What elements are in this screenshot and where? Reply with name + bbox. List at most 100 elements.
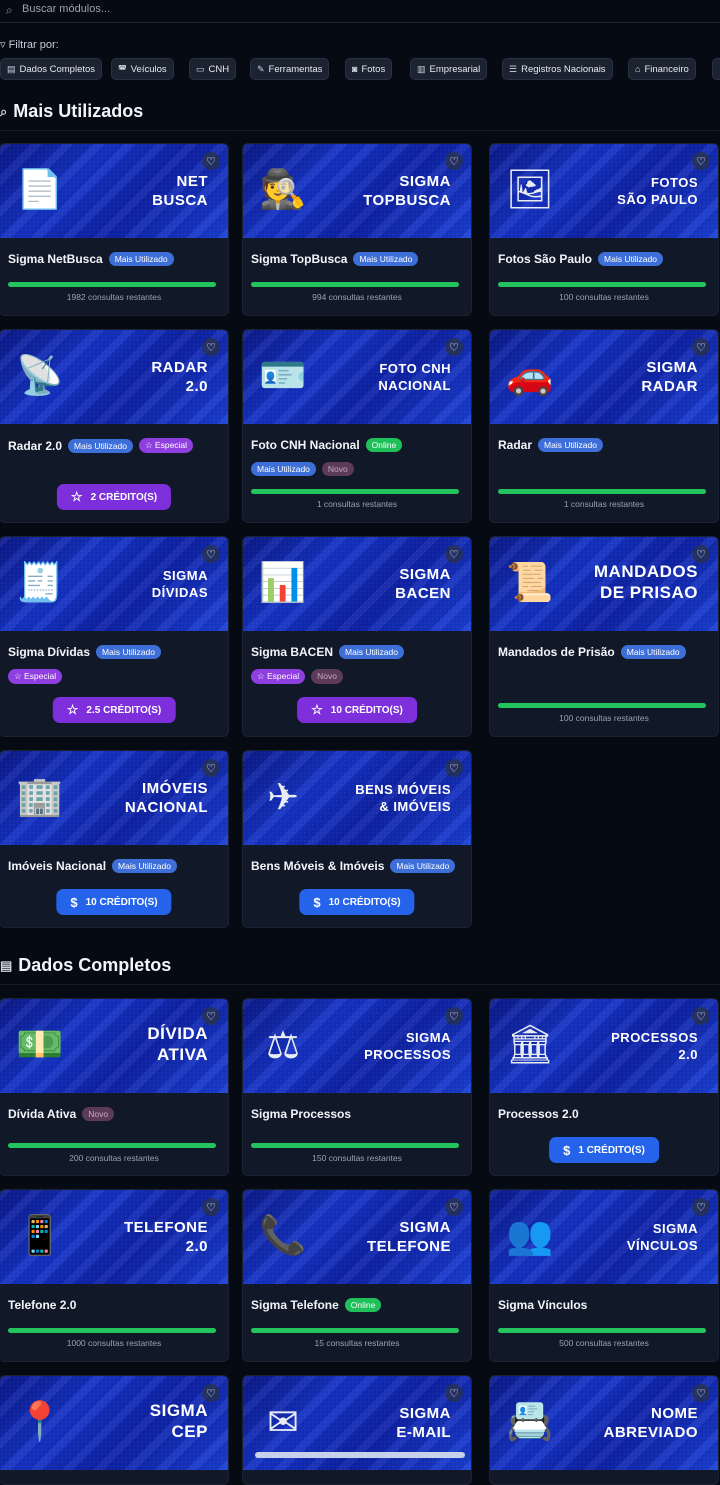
- credit-button[interactable]: ☆ 10 CRÉDITO(S): [297, 697, 417, 723]
- heart-icon[interactable]: ♡: [445, 1198, 463, 1216]
- heart-icon[interactable]: ♡: [692, 338, 710, 356]
- credit-button[interactable]: ☆ 2.5 CRÉDITO(S): [52, 697, 176, 723]
- chip-overflow[interactable]: [712, 58, 720, 80]
- badge-mais-utilizado: Mais Utilizado: [112, 859, 177, 873]
- star-icon: ☆: [66, 702, 79, 717]
- chip-registros-nacionais[interactable]: ☰ Registros Nacionais: [502, 58, 613, 80]
- heart-icon[interactable]: ♡: [202, 1384, 220, 1402]
- badge-mais-utilizado: Mais Utilizado: [353, 252, 419, 266]
- quota-text: 150 consultas restantes: [312, 1153, 402, 1163]
- chip-dados-completos[interactable]: ▤ Dados Completos: [0, 58, 103, 80]
- module-card-mandados-de-prisao[interactable]: 📜 MANDADOS DE PRISAO ♡ Mandados de Prisão…: [489, 536, 719, 737]
- heart-icon[interactable]: ♡: [202, 759, 220, 777]
- module-card-radar[interactable]: 🚗 SIGMA RADAR ♡ Radar Mais Utilizado 1 con…: [489, 329, 719, 523]
- module-card-netbusca[interactable]: 📄 NET BUSCA ♡ Sigma NetBusca Mais Utilizad…: [0, 143, 229, 316]
- divider: [0, 130, 720, 131]
- badge-mais-utilizado: Mais Utilizado: [620, 645, 686, 659]
- module-card-topbusca[interactable]: 🕵 SIGMA TOPBUSCA ♡ Sigma TopBusca Mais Uti…: [242, 143, 472, 316]
- module-card-sigma-cep[interactable]: 📍 SIGMA CEP ♡: [0, 1375, 229, 1485]
- search-input[interactable]: [22, 1, 622, 17]
- star-icon: ☆: [311, 702, 323, 717]
- module-card-foto-cnh-nacional[interactable]: 🪪 FOTO CNH NACIONAL ♡ Foto CNH Nacional On…: [242, 329, 472, 523]
- module-card-sigma-dividas[interactable]: 🧾 SIGMA DÍVIDAS ♡ Sigma Dívidas Mais Utili…: [0, 536, 229, 737]
- court-shield-icon: 🏛: [505, 1024, 555, 1066]
- quota-text: 100 consultas restantes: [559, 713, 649, 723]
- module-card-fotos-sao-paulo[interactable]: 🖼 FOTOS SÃO PAULO ♡ Fotos São Paulo Mais U…: [489, 143, 719, 316]
- building-person-icon: 🏢: [16, 776, 64, 818]
- money-question-icon: 💵: [16, 1024, 64, 1066]
- car-icon: ◚: [118, 63, 127, 74]
- chip-fotos[interactable]: ◙ Fotos: [345, 58, 393, 80]
- section-title-dados-completos: ▤ Dados Completos: [0, 955, 172, 975]
- chip-financeiro[interactable]: ⌂ Financeiro: [628, 58, 696, 80]
- heart-icon[interactable]: ♡: [692, 1198, 710, 1216]
- quota-bar: [8, 1143, 216, 1148]
- module-card-telefone-2[interactable]: 📱 TELEFONE 2.0 ♡ Telefone 2.0 1000 consul…: [0, 1189, 229, 1362]
- badge-mais-utilizado: Mais Utilizado: [598, 252, 663, 266]
- credit-button[interactable]: $10 CRÉDITO(S): [299, 889, 415, 915]
- card-banner: 🚗 SIGMA RADAR: [490, 330, 718, 424]
- building-icon: ▥: [417, 63, 426, 74]
- card-banner: 📱 TELEFONE 2.0: [0, 1190, 228, 1284]
- wrench-icon: ✎: [257, 63, 265, 74]
- badge-mais-utilizado: Mais Utilizado: [538, 438, 603, 452]
- heart-icon[interactable]: ♡: [445, 1384, 463, 1402]
- card-banner: 🪪 FOTO CNH NACIONAL: [243, 330, 471, 424]
- credit-button[interactable]: $10 CRÉDITO(S): [56, 889, 172, 915]
- heart-icon[interactable]: ♡: [202, 1198, 220, 1216]
- heart-icon[interactable]: ♡: [445, 1007, 463, 1025]
- module-card-radar-2[interactable]: 📡 RADAR 2.0 ♡ Radar 2.0 Mais Utilizado ☆ Es…: [0, 329, 229, 523]
- badge-mais-utilizado: Mais Utilizado: [251, 462, 316, 476]
- module-card-sigma-email[interactable]: ✉ SIGMA E-MAIL ♡: [242, 1375, 472, 1485]
- badge-online: Online: [365, 438, 403, 452]
- module-card-nome-abreviado[interactable]: 📇 NOME ABREVIADO ♡: [489, 1375, 719, 1485]
- card-banner: 📇 NOME ABREVIADO: [490, 1376, 718, 1470]
- quota-text: 1000 consultas restantes: [66, 1338, 162, 1348]
- chip-veiculos[interactable]: ◚ Veículos: [111, 58, 174, 80]
- credit-button[interactable]: $1 CRÉDITO(S): [549, 1137, 659, 1163]
- heart-icon[interactable]: ♡: [202, 152, 220, 170]
- quota-text: 1982 consultas restantes: [66, 292, 162, 302]
- chip-cnh[interactable]: ▭ CNH: [189, 58, 237, 80]
- heart-icon[interactable]: ♡: [445, 152, 463, 170]
- credit-button[interactable]: ☆ 2 CRÉDITO(S): [56, 484, 172, 510]
- badge-novo: Novo: [311, 669, 343, 684]
- star-icon: ☆: [70, 489, 83, 504]
- module-card-sigma-vinculos[interactable]: 👥 SIGMA VÍNCULOS ♡ Sigma Vínculos 500 con…: [489, 1189, 719, 1362]
- heart-icon[interactable]: ♡: [692, 545, 710, 563]
- module-card-imoveis-nacional[interactable]: 🏢 IMÓVEIS NACIONAL ♡ Imóveis Nacional Mais…: [0, 750, 229, 928]
- phone-search-icon: 📞: [259, 1215, 307, 1257]
- chip-empresarial[interactable]: ▥ Empresarial: [410, 58, 488, 80]
- quota-bar: [251, 489, 459, 494]
- module-card-sigma-processos[interactable]: ⚖ SIGMA PROCESSOS ♡ Sigma Processos 150 c…: [242, 998, 472, 1176]
- heart-icon[interactable]: ♡: [202, 545, 220, 563]
- heart-icon[interactable]: ♡: [202, 338, 220, 356]
- camera-icon: ◙: [352, 64, 358, 74]
- module-card-sigma-telefone[interactable]: 📞 SIGMA TELEFONE ♡ Sigma Telefone Online 1…: [242, 1189, 472, 1362]
- bank-icon: ⌂: [635, 64, 641, 74]
- card-banner: 📍 SIGMA CEP: [0, 1376, 228, 1470]
- module-card-sigma-bacen[interactable]: 📊 SIGMA BACEN ♡ Sigma BACEN Mais Utilizado…: [242, 536, 472, 737]
- chip-ferramentas[interactable]: ✎ Ferramentas: [250, 58, 330, 80]
- card-banner: ✈ BENS MÓVEIS & IMÓVEIS: [243, 751, 471, 845]
- dollar-icon: $: [70, 894, 78, 910]
- card-banner: 📄 NET BUSCA: [0, 144, 228, 238]
- quota-text: 1 consultas restantes: [316, 499, 398, 509]
- filter-label: ▿ Filtrar por:: [0, 39, 59, 51]
- heart-icon[interactable]: ♡: [202, 1007, 220, 1025]
- heart-icon[interactable]: ♡: [445, 545, 463, 563]
- heart-icon[interactable]: ♡: [692, 1007, 710, 1025]
- heart-icon[interactable]: ♡: [692, 1384, 710, 1402]
- card-banner: 📜 MANDADOS DE PRISAO: [490, 537, 718, 631]
- badge-mais-utilizado: Mais Utilizado: [68, 438, 133, 453]
- heart-icon[interactable]: ♡: [445, 759, 463, 777]
- module-card-processos-2[interactable]: 🏛 PROCESSOS 2.0 ♡ Processos 2.0 $1 CRÉDIT…: [489, 998, 719, 1176]
- card-banner: 🕵 SIGMA TOPBUSCA: [243, 144, 471, 238]
- search-bar: ⌕: [0, 0, 720, 23]
- heart-icon[interactable]: ♡: [445, 338, 463, 356]
- card-banner: 📞 SIGMA TELEFONE: [243, 1190, 471, 1284]
- warrant-document-icon: 📜: [506, 562, 554, 604]
- module-card-divida-ativa[interactable]: 💵 DÍVIDA ATIVA ♡ Dívida Ativa Novo 200 con…: [0, 998, 229, 1176]
- module-card-bens-moveis-imoveis[interactable]: ✈ BENS MÓVEIS & IMÓVEIS ♡ Bens Móveis & I…: [242, 750, 472, 928]
- heart-icon[interactable]: ♡: [692, 152, 710, 170]
